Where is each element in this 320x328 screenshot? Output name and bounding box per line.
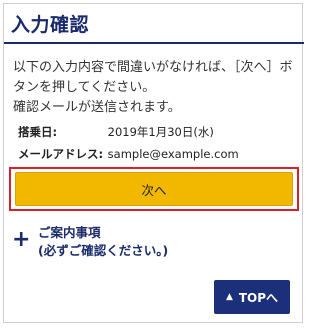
top-button[interactable]: ▲ TOPへ (214, 280, 290, 314)
field-label: 搭乗日: (18, 125, 58, 139)
notice-line-2: (必ずご確認ください。) (38, 243, 169, 258)
intro-line-3: 確認メールが送信されます。 (13, 100, 181, 115)
intro-text: 以下の入力内容で間違いがなければ、［次へ］ボ タンを押してください。 確認メール… (13, 58, 297, 118)
field-boarding-date: 搭乗日: 2019年1月30日(水) (18, 124, 214, 140)
field-email: メールアドレス: sample@example.com (18, 146, 239, 162)
notice-line-1: ご案内事項 (38, 225, 101, 240)
title-divider (4, 42, 304, 44)
confirm-panel (3, 3, 303, 323)
next-button[interactable]: 次へ (15, 172, 293, 206)
intro-line-2: タンを押してください。 (13, 80, 156, 95)
plus-icon: + (12, 227, 31, 252)
home-icon: ▲ (225, 292, 233, 302)
intro-line-1: 以下の入力内容で間違いがなければ、［次へ］ボ (13, 60, 293, 75)
field-value: 2019年1月30日(水) (107, 125, 214, 139)
notice-toggle[interactable]: + ご案内事項 (必ずご確認ください。) (12, 222, 212, 266)
page-title: 入力確認 (11, 14, 90, 36)
field-value: sample@example.com (107, 147, 239, 161)
top-button-label: TOPへ (238, 290, 279, 305)
notice-label: ご案内事項 (必ずご確認ください。) (38, 224, 168, 260)
field-label: メールアドレス: (18, 147, 104, 161)
next-button-highlight: 次へ (9, 167, 299, 211)
